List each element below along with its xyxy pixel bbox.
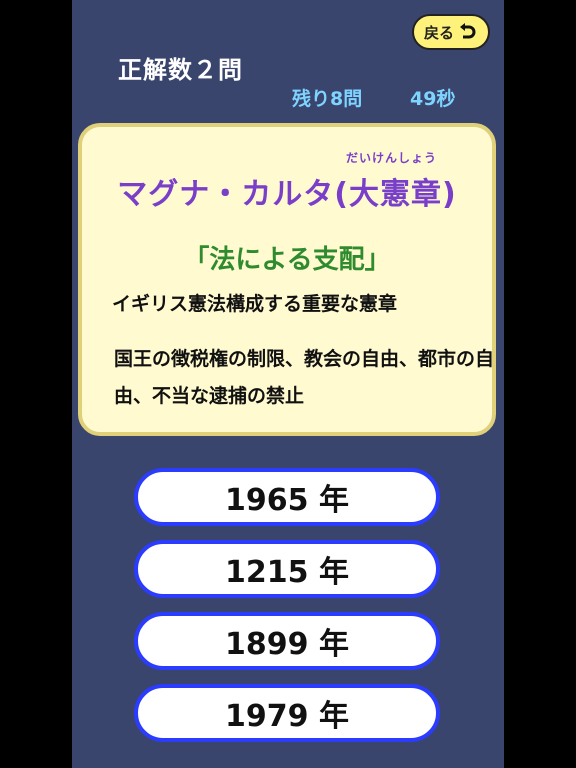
game-screen: 正解数２問 残り8問 49秒 戻る だいけんしょう マグナ・カルタ(大憲章) 「… bbox=[72, 0, 504, 768]
answer-button-3[interactable]: 1899 年 bbox=[134, 612, 440, 670]
answer-button-4[interactable]: 1979 年 bbox=[134, 684, 440, 742]
answer-button-2[interactable]: 1215 年 bbox=[134, 540, 440, 598]
answer-button-1[interactable]: 1965 年 bbox=[134, 468, 440, 526]
answer-list: 1965 年 1215 年 1899 年 1979 年 bbox=[72, 0, 504, 768]
